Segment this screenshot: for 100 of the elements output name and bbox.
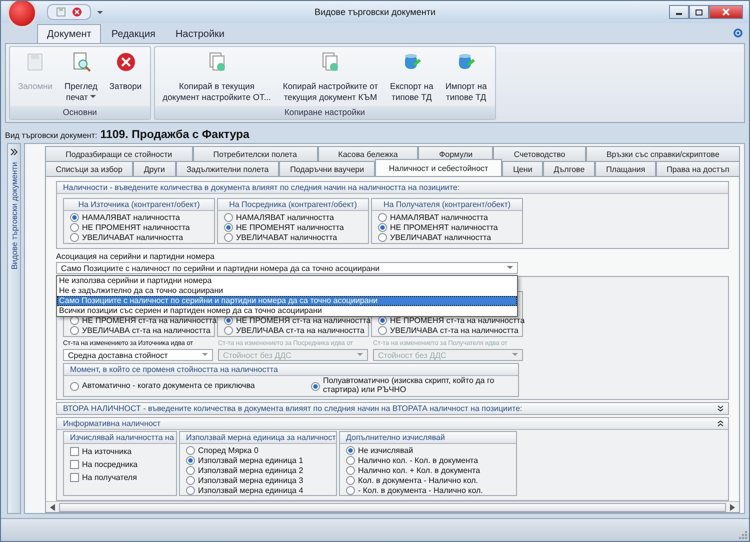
app-logo-icon[interactable]	[7, 1, 37, 28]
radio-option[interactable]: НЕ ПРОМЕНЯТ наличността	[218, 222, 368, 232]
tab[interactable]: Касова бележка	[318, 146, 418, 161]
radio-option[interactable]: НЕ ПРОМЕНЯТ наличността	[64, 222, 214, 232]
radio-option[interactable]: УВЕЛИЧАВА ст-та на наличността	[372, 325, 522, 335]
tab[interactable]: Потребителски полета	[192, 146, 318, 161]
ribbon-button[interactable]: Затвори	[103, 49, 148, 94]
radio-button[interactable]	[186, 486, 195, 494]
checkbox[interactable]	[70, 447, 79, 456]
ribbon-button[interactable]: Копирай в текущия документ настройките ОТ...	[156, 49, 277, 104]
radio-button[interactable]	[224, 232, 233, 242]
radio-button[interactable]	[346, 446, 355, 454]
checkbox[interactable]	[70, 473, 79, 482]
radio-option[interactable]: УВЕЛИЧАВА ст-та на наличността	[64, 325, 214, 335]
radio-button[interactable]	[70, 222, 79, 232]
ribbon-tab[interactable]: Редакция	[101, 24, 166, 43]
dropdown-option[interactable]: Не използва серийни и партидни номера	[57, 276, 517, 286]
tab[interactable]: Дългове	[543, 161, 596, 176]
radio-option[interactable]: УВЕЛИЧАВАТ наличността	[64, 232, 214, 242]
ribbon-button[interactable]: Преглед печат	[58, 49, 104, 104]
radio-button[interactable]	[224, 212, 233, 222]
ribbon-button[interactable]: Копирай настройките от текущия документ КЪМ	[276, 49, 384, 104]
radio-option[interactable]: Налично кол. - Кол. в документа	[340, 455, 516, 465]
radio-option[interactable]: Използвай мерна единица 3	[180, 475, 336, 485]
tab[interactable]: Задължителни полета	[176, 161, 280, 176]
radio-option[interactable]: - Кол. в документа - Налично кол.	[340, 485, 516, 495]
radio-button[interactable]	[378, 222, 387, 232]
ribbon-button[interactable]: Импорт на типове ТД	[439, 49, 493, 104]
resize-grip-icon[interactable]	[739, 531, 747, 539]
maximize-button[interactable]	[689, 5, 709, 19]
tab[interactable]: Подразбиращи се стойности	[45, 146, 193, 161]
radio-option[interactable]: Използвай мерна единица 4	[180, 485, 336, 495]
dropdown-option[interactable]: Само Позициите с наличност по серийни и партидни номера да са точно асоциирани	[57, 296, 517, 306]
help-icon[interactable]	[733, 28, 743, 38]
tab[interactable]: Цени	[502, 161, 544, 176]
expand-icon[interactable]	[10, 148, 18, 156]
tab[interactable]: Права на достъп	[656, 161, 740, 176]
save-icon[interactable]	[56, 7, 66, 17]
radio-button[interactable]	[70, 382, 79, 390]
radio-option[interactable]: УВЕЛИЧАВАТ наличността	[218, 232, 368, 242]
minimize-button[interactable]	[669, 5, 689, 19]
radio-option[interactable]: Налично кол. + Кол. в документа	[340, 465, 516, 475]
close-button[interactable]	[709, 5, 743, 19]
radio-option[interactable]: УВЕЛИЧАВАТ наличността	[372, 232, 522, 242]
radio-option[interactable]: Кол. в документа - Налично кол.	[340, 475, 516, 485]
radio-button[interactable]	[186, 476, 195, 484]
dropdown-option[interactable]: Всички позиции със сериен и партиден номер да са точно асоциирани	[57, 306, 517, 316]
tab[interactable]: Наличност и себестойност	[374, 159, 502, 176]
radio-button[interactable]	[186, 456, 195, 464]
collapsible-header[interactable]: ВТОРА НАЛИЧНОСТ - въведените количества в документа влияят по следния начин на ВТОРАТА наличност на позициите:	[56, 402, 729, 415]
radio-button[interactable]	[346, 486, 355, 494]
radio-option[interactable]: НАМАЛЯВАТ наличността	[64, 212, 214, 222]
radio-option[interactable]: НАМАЛЯВАТ наличността	[218, 212, 368, 222]
tab[interactable]: Плащания	[595, 161, 656, 176]
horizontal-scrollbar[interactable]	[46, 501, 739, 512]
tab[interactable]: Списъци за избор	[45, 161, 134, 176]
ribbon-tab[interactable]: Документ	[37, 24, 102, 43]
radio-button[interactable]	[378, 212, 387, 222]
scrollbar-thumb[interactable]	[59, 502, 726, 512]
radio-button[interactable]	[70, 326, 79, 334]
radio-option[interactable]: Използвай мерна единица 1	[180, 455, 336, 465]
ribbon-tab[interactable]: Настройки	[165, 24, 234, 43]
radio-option[interactable]: НАМАЛЯВАТ наличността	[372, 212, 522, 222]
caret-icon[interactable]	[97, 9, 103, 15]
radio-button[interactable]	[346, 476, 355, 484]
radio-button[interactable]	[378, 232, 387, 242]
checkbox[interactable]	[70, 460, 79, 469]
radio-button[interactable]	[346, 456, 355, 464]
chevron-icon[interactable]	[717, 420, 724, 427]
ribbon-button[interactable]: Експорт на типове ТД	[384, 49, 440, 104]
tab[interactable]: Подаръчни ваучери	[279, 161, 375, 176]
radio-option[interactable]: Автоматично - когато документа се приключва	[64, 377, 277, 395]
radio-option[interactable]: Полуавтоматично (изисква скрипт, който да го стартира) или РЪЧНО	[305, 377, 518, 395]
radio-button[interactable]	[346, 466, 355, 474]
dropdown-option[interactable]: Не е задължително да са точно асоциирани	[57, 286, 517, 296]
radio-button[interactable]	[311, 382, 320, 390]
dropdown-field[interactable]: Само Позициите с наличност по серийни и партидни номера да са точно асоциирани	[56, 262, 518, 274]
radio-button[interactable]	[186, 466, 195, 474]
checkbox-option[interactable]: На посредника	[64, 458, 176, 471]
radio-button[interactable]	[70, 212, 79, 222]
checkbox-option[interactable]: На получателя	[64, 471, 176, 484]
radio-button[interactable]	[186, 446, 195, 454]
chevron-icon[interactable]	[717, 405, 724, 412]
radio-option[interactable]: Според Мярка 0	[180, 445, 336, 455]
collapsible-header[interactable]: Информативна наличност	[57, 418, 728, 430]
radio-option[interactable]: УВЕЛИЧАВА ст-та на наличността	[218, 325, 368, 335]
tab[interactable]: Връзки със справки/скриптове	[586, 146, 740, 161]
tab[interactable]: Други	[133, 161, 176, 176]
radio-button[interactable]	[70, 232, 79, 242]
radio-option[interactable]: Използвай мерна единица 2	[180, 465, 336, 475]
radio-option[interactable]: НЕ ПРОМЕНЯТ наличността	[372, 222, 522, 232]
close-icon[interactable]	[72, 7, 82, 17]
radio-button[interactable]	[378, 326, 387, 334]
tab[interactable]: Счетоводство	[493, 146, 586, 161]
checkbox-option[interactable]: На източника	[64, 445, 176, 458]
sidebar-label[interactable]: Видове търговски документи	[10, 162, 18, 270]
radio-option[interactable]: Не изчислявай	[340, 445, 516, 455]
dropdown-field[interactable]: Средна доставна стойност	[63, 349, 213, 361]
radio-button[interactable]	[224, 222, 233, 232]
radio-button[interactable]	[224, 326, 233, 334]
